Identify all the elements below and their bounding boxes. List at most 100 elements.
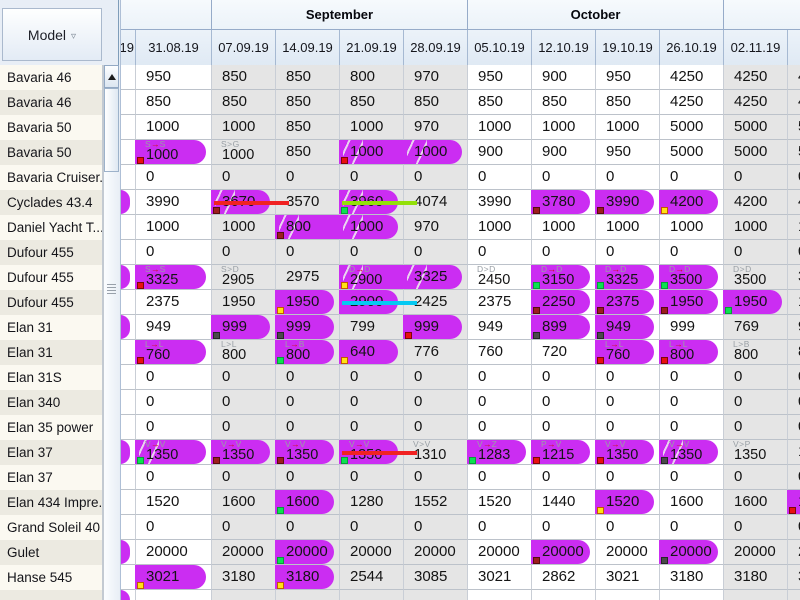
price-cell[interactable]: 0 — [136, 165, 212, 190]
price-cell[interactable]: 20000 — [660, 540, 724, 565]
price-cell[interactable]: 776 — [404, 340, 468, 365]
price-cell[interactable]: 0 — [596, 390, 660, 415]
price-cell[interactable]: 1000 — [532, 115, 596, 140]
price-cell[interactable]: 850 — [212, 65, 276, 90]
price-cell[interactable]: 0 — [468, 365, 532, 390]
price-cell[interactable]: 950 — [468, 65, 532, 90]
price-cell[interactable]: V→V1350 — [212, 440, 276, 465]
price-cell[interactable]: 0 — [788, 365, 800, 390]
price-cell[interactable]: 1000 — [212, 115, 276, 140]
price-cell[interactable]: 1950 — [724, 290, 788, 315]
price-cell[interactable]: 20000 — [136, 540, 212, 565]
price-cell[interactable]: 0 — [532, 465, 596, 490]
price-cell[interactable]: L>B800 — [724, 340, 788, 365]
price-cell[interactable]: 2375 — [136, 290, 212, 315]
price-cell[interactable]: 0 — [532, 515, 596, 540]
price-cell[interactable]: 0 — [468, 465, 532, 490]
price-cell[interactable]: 0 — [276, 465, 340, 490]
price-cell[interactable]: 4 — [788, 190, 800, 215]
price-cell[interactable]: 800 — [340, 65, 404, 90]
price-cell[interactable]: 900 — [532, 140, 596, 165]
price-cell[interactable]: 5000 — [660, 140, 724, 165]
price-cell[interactable] — [660, 590, 724, 600]
price-cell[interactable]: 0 — [468, 390, 532, 415]
price-cell[interactable]: 5000 — [660, 115, 724, 140]
price-cell[interactable]: 900 — [532, 65, 596, 90]
price-cell[interactable]: 4250 — [660, 90, 724, 115]
price-cell[interactable]: 20000 — [532, 540, 596, 565]
price-cell[interactable] — [532, 590, 596, 600]
price-cell[interactable]: 0 — [404, 465, 468, 490]
price-cell[interactable]: 760 — [468, 340, 532, 365]
price-cell[interactable]: 1000 — [468, 215, 532, 240]
price-cell[interactable]: 1000 — [340, 215, 404, 240]
booking-bar[interactable] — [120, 540, 130, 564]
date-column-header[interactable]: 28.09.19 — [404, 30, 468, 65]
date-column-header[interactable]: 02.11.19 — [724, 30, 788, 65]
price-cell[interactable]: 640 — [340, 340, 404, 365]
price-cell[interactable]: 850 — [404, 90, 468, 115]
price-cell[interactable]: 0 — [788, 515, 800, 540]
model-row[interactable]: Elan 31 — [0, 340, 102, 365]
price-cell[interactable]: 850 — [136, 90, 212, 115]
price-cell[interactable]: 0 — [788, 390, 800, 415]
price-cell[interactable] — [121, 490, 136, 515]
model-column-header[interactable]: Model ▿ — [2, 8, 102, 61]
booking-bar[interactable] — [120, 315, 130, 339]
price-cell[interactable]: 3990 — [468, 190, 532, 215]
price-cell[interactable]: 1600 — [724, 490, 788, 515]
price-cell[interactable] — [468, 590, 532, 600]
price-cell[interactable]: 0 — [212, 465, 276, 490]
price-cell[interactable]: 2900 — [340, 290, 404, 315]
scrollbar-thumb[interactable] — [104, 88, 119, 172]
model-row[interactable]: Elan 35 power — [0, 415, 102, 440]
model-row[interactable]: Elan 340 — [0, 390, 102, 415]
price-cell[interactable]: 0 — [724, 240, 788, 265]
price-cell[interactable] — [212, 590, 276, 600]
price-cell[interactable]: 0 — [788, 240, 800, 265]
price-cell[interactable]: 1000 — [724, 215, 788, 240]
price-cell[interactable]: 850 — [532, 90, 596, 115]
price-cell[interactable]: 5 — [788, 115, 800, 140]
model-row[interactable]: Hanse 545 — [0, 565, 102, 590]
price-cell[interactable]: 949 — [596, 315, 660, 340]
price-cell[interactable]: 0 — [276, 240, 340, 265]
price-cell[interactable]: 20000 — [340, 540, 404, 565]
price-cell[interactable]: 850 — [340, 90, 404, 115]
price-cell[interactable]: 999 — [212, 315, 276, 340]
price-cell[interactable]: 4200 — [724, 190, 788, 215]
price-cell[interactable]: 0 — [532, 365, 596, 390]
price-cell[interactable]: 0 — [660, 165, 724, 190]
price-cell[interactable]: 970 — [404, 65, 468, 90]
price-cell[interactable]: L>L800 — [212, 340, 276, 365]
price-cell[interactable]: V→V1350 — [596, 440, 660, 465]
price-cell[interactable]: 850 — [276, 140, 340, 165]
price-cell[interactable]: 850 — [212, 90, 276, 115]
price-cell[interactable]: V>P1350 — [724, 440, 788, 465]
price-cell[interactable]: 850 — [276, 90, 340, 115]
model-row[interactable]: Bavaria 46 — [0, 90, 102, 115]
price-cell[interactable]: 1520 — [596, 490, 660, 515]
price-cell[interactable]: 950 — [136, 65, 212, 90]
price-cell[interactable]: 0 — [340, 415, 404, 440]
price-cell[interactable] — [121, 190, 136, 215]
price-cell[interactable]: S>D2905 — [212, 265, 276, 290]
price-cell[interactable]: 1 — [788, 440, 800, 465]
price-cell[interactable]: 3 — [788, 265, 800, 290]
price-cell[interactable]: 3780 — [532, 190, 596, 215]
price-cell[interactable]: 3670 — [212, 190, 276, 215]
price-cell[interactable]: 950 — [596, 140, 660, 165]
date-column-header[interactable]: 07.09.19 — [212, 30, 276, 65]
price-cell[interactable]: 0 — [660, 515, 724, 540]
price-cell[interactable]: S→S3325 — [136, 265, 212, 290]
price-cell[interactable] — [121, 290, 136, 315]
price-cell[interactable]: 3180 — [724, 565, 788, 590]
price-cell[interactable]: L→L760 — [596, 340, 660, 365]
price-cell[interactable]: 1000 — [212, 215, 276, 240]
date-column-header[interactable]: 14.09.19 — [276, 30, 340, 65]
price-cell[interactable]: L→L760 — [136, 340, 212, 365]
price-cell[interactable]: 5000 — [724, 140, 788, 165]
booking-bar[interactable] — [120, 265, 130, 289]
price-cell[interactable]: 970 — [404, 115, 468, 140]
price-cell[interactable]: 0 — [596, 165, 660, 190]
